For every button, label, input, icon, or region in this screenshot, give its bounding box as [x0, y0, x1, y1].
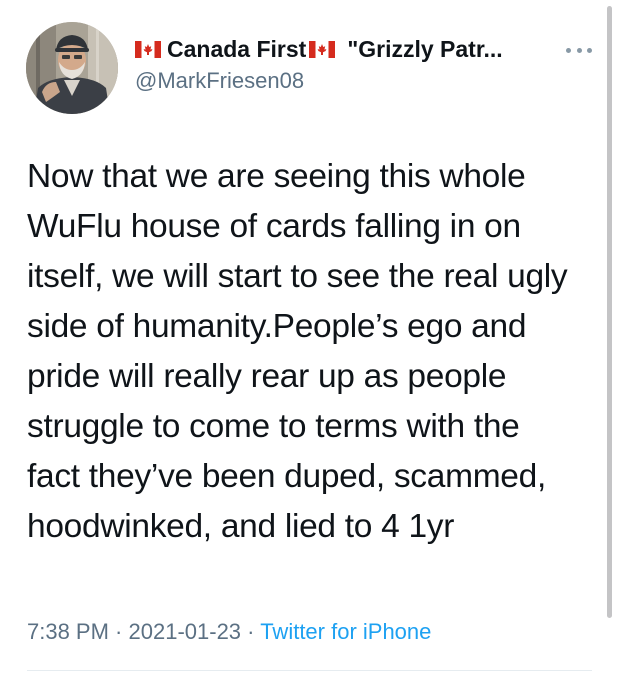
tweet-header: Canada First "Grizzly Patr... @MarkFries… [135, 34, 555, 95]
tweet-text-line: hoodwinked, and lied to 4 1yr [27, 508, 455, 545]
user-handle[interactable]: @MarkFriesen08 [135, 67, 555, 95]
tweet-text-line: Now that we are seeing this whole [27, 158, 526, 195]
tweet-text-line: struggle to come to terms with the [27, 408, 520, 445]
meta-separator: · [108, 619, 129, 644]
tweet-text-line: fact they’ve been duped, scammed, [27, 458, 546, 495]
more-dot [587, 47, 592, 53]
tweet-meta: 7:38 PM · 2021-01-23 · Twitter for iPhon… [27, 617, 431, 647]
tweet-text-line: itself, we will start to see the real ug… [27, 258, 568, 295]
tweet-source-link[interactable]: Twitter for iPhone [260, 619, 431, 644]
display-name[interactable]: Canada First "Grizzly Patr... [135, 34, 555, 64]
canada-flag-icon [309, 40, 336, 58]
tweet-text-line: side of humanity.People’s ego and [27, 308, 527, 345]
display-name-part2: "Grizzly Patr... [347, 36, 503, 62]
tweet-text-line: pride will really rear up as people [27, 358, 507, 395]
more-options-icon[interactable] [566, 46, 592, 54]
more-dot [566, 47, 571, 53]
tweet-text-line: WuFlu house of cards falling in on [27, 208, 521, 245]
tweet-card: Canada First "Grizzly Patr... @MarkFries… [0, 0, 619, 689]
display-name-part1: Canada First [167, 36, 307, 62]
avatar[interactable] [26, 22, 118, 114]
more-dot [576, 47, 582, 53]
tweet-text: Now that we are seeing this whole WuFlu … [27, 152, 597, 552]
scrollbar[interactable] [607, 6, 612, 618]
divider [27, 670, 592, 671]
tweet-date[interactable]: 2021-01-23 [129, 619, 242, 644]
tweet-time[interactable]: 7:38 PM [27, 619, 109, 644]
meta-separator: · [241, 619, 261, 644]
canada-flag-icon [135, 40, 161, 58]
